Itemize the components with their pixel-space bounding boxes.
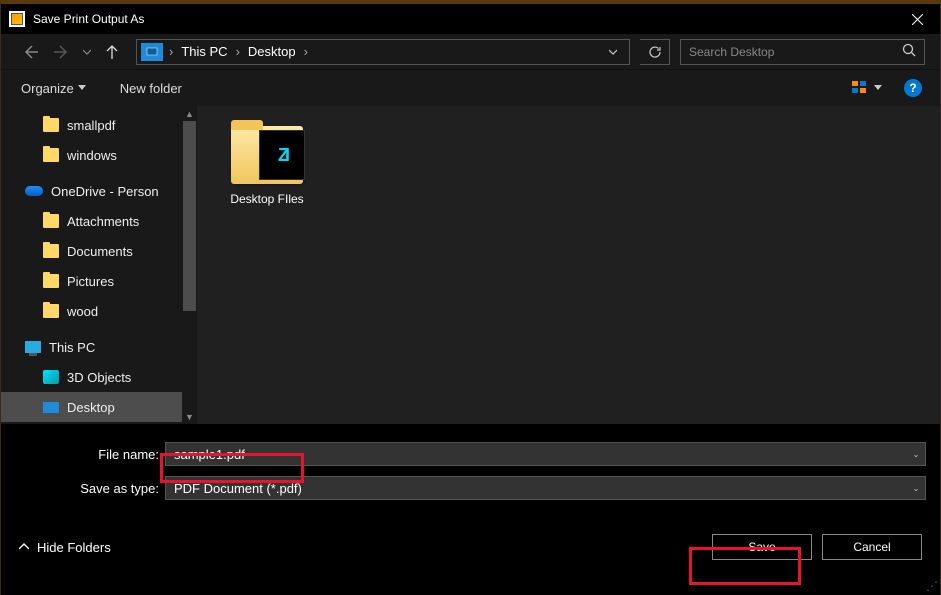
view-icon [852, 81, 868, 95]
breadcrumb-thispc[interactable]: This PC [175, 44, 233, 59]
body-area: smallpdf windows OneDrive - Person Attac… [1, 106, 940, 424]
savetype-label: Save as type: [15, 481, 165, 496]
new-folder-button[interactable]: New folder [118, 77, 184, 100]
scroll-down-button[interactable]: ▼ [182, 409, 197, 424]
folder-icon [43, 274, 59, 288]
location-icon [141, 43, 163, 61]
cancel-button[interactable]: Cancel [822, 534, 922, 560]
onedrive-icon [25, 186, 43, 196]
desktop-icon [43, 402, 59, 413]
address-bar[interactable]: › This PC › Desktop › [136, 39, 630, 65]
resize-grip[interactable]: ⋰ [926, 579, 938, 593]
tree-item-3dobjects[interactable]: 3D Objects [1, 362, 197, 392]
refresh-icon [648, 45, 662, 59]
folder-label: Desktop FIles [230, 192, 303, 206]
tree-item-pictures[interactable]: Pictures [1, 266, 197, 296]
folder-icon [43, 118, 59, 132]
window-title: Save Print Output As [33, 12, 895, 26]
filename-field-wrapper: ⌄ [165, 442, 926, 466]
search-box[interactable] [680, 39, 925, 65]
close-icon [912, 14, 923, 25]
savetype-dropdown-button[interactable]: ⌄ [907, 477, 925, 499]
hide-folders-label: Hide Folders [37, 540, 111, 555]
scroll-up-button[interactable]: ▲ [182, 106, 197, 121]
tree-item-thispc[interactable]: This PC [1, 332, 197, 362]
tree-scrollbar: ▲ ▼ [182, 106, 197, 424]
tree-item-wood[interactable]: wood [1, 296, 197, 326]
tree-item-smallpdf[interactable]: smallpdf [1, 110, 197, 140]
filename-input[interactable] [166, 447, 907, 462]
3d-objects-icon [43, 370, 59, 384]
chevron-down-icon [83, 48, 91, 56]
forward-button[interactable] [48, 38, 76, 66]
chevron-down-icon [609, 48, 617, 56]
tree-item-onedrive[interactable]: OneDrive - Person [1, 176, 197, 206]
app-icon [9, 11, 25, 27]
pc-icon [25, 341, 41, 353]
save-button[interactable]: Save [712, 534, 812, 560]
folder-icon [43, 244, 59, 258]
help-button[interactable]: ? [904, 79, 922, 97]
footer: Hide Folders Save Cancel [1, 518, 940, 574]
chevron-right-icon: › [167, 44, 175, 59]
arrow-up-icon [105, 45, 119, 59]
folder-icon [43, 148, 59, 162]
scroll-thumb[interactable] [183, 121, 196, 311]
arrow-right-icon [54, 44, 70, 60]
file-list[interactable]: ZI Desktop FIles [197, 106, 940, 424]
toolbar: Organize New folder ? [1, 70, 940, 106]
tree-item-attachments[interactable]: Attachments [1, 206, 197, 236]
nav-tree: smallpdf windows OneDrive - Person Attac… [1, 106, 197, 424]
address-history-button[interactable] [601, 40, 625, 64]
arrow-left-icon [22, 44, 38, 60]
folder-item-desktop-files[interactable]: ZI Desktop FIles [217, 120, 317, 212]
chevron-right-icon: › [302, 44, 310, 59]
search-icon[interactable] [902, 43, 916, 60]
back-button[interactable] [16, 38, 44, 66]
tree-item-desktop[interactable]: Desktop [1, 392, 197, 422]
folder-icon [43, 214, 59, 228]
filename-label: File name: [15, 447, 165, 462]
chevron-right-icon: › [234, 44, 242, 59]
refresh-button[interactable] [640, 39, 670, 65]
recent-button[interactable] [80, 38, 94, 66]
organize-button[interactable]: Organize [19, 77, 88, 100]
view-options-button[interactable] [848, 77, 886, 99]
chevron-up-icon [19, 542, 29, 552]
nav-bar: › This PC › Desktop › [1, 34, 940, 70]
search-input[interactable] [689, 45, 896, 59]
up-button[interactable] [98, 38, 126, 66]
organize-label: Organize [21, 81, 74, 96]
savetype-select[interactable]: PDF Document (*.pdf) ⌄ [165, 476, 926, 500]
chevron-down-icon [78, 85, 86, 91]
save-form: File name: ⌄ Save as type: PDF Document … [1, 424, 940, 518]
folder-icon: ZI [231, 126, 303, 184]
filename-history-button[interactable]: ⌄ [907, 443, 925, 465]
close-button[interactable] [895, 4, 940, 34]
folder-icon [43, 304, 59, 318]
savetype-value: PDF Document (*.pdf) [166, 481, 907, 496]
new-folder-label: New folder [120, 81, 182, 96]
breadcrumb-desktop[interactable]: Desktop [242, 44, 302, 59]
hide-folders-button[interactable]: Hide Folders [19, 540, 111, 555]
title-bar: Save Print Output As [1, 4, 940, 34]
chevron-down-icon [874, 85, 882, 91]
tree-item-documents[interactable]: Documents [1, 236, 197, 266]
tree-item-windows[interactable]: windows [1, 140, 197, 170]
